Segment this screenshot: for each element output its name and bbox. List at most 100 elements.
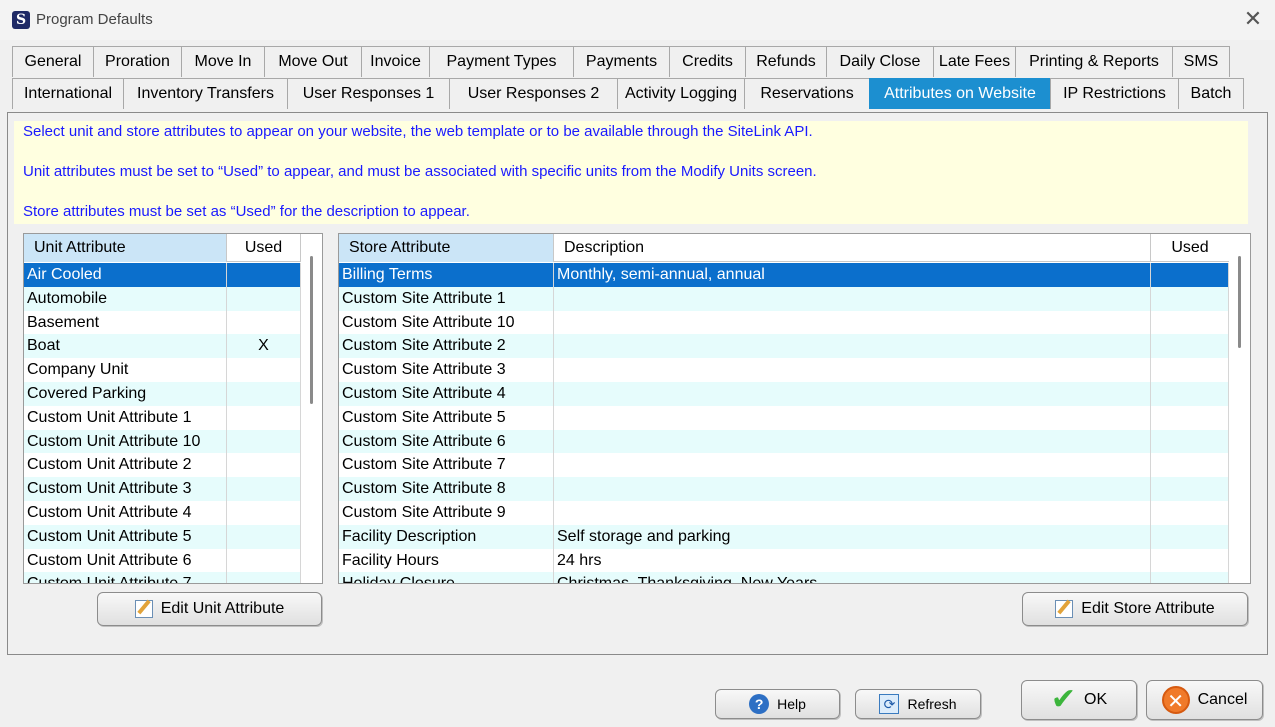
tab-daily-close[interactable]: Daily Close xyxy=(826,46,934,77)
table-row[interactable]: Custom Site Attribute 4 xyxy=(339,381,1229,406)
table-row[interactable]: Automobile xyxy=(24,286,301,311)
tab-refunds[interactable]: Refunds xyxy=(745,46,827,77)
store-grid-scrollbar[interactable] xyxy=(1229,234,1250,583)
table-row[interactable]: Air Cooled xyxy=(24,263,301,287)
cancel-button[interactable]: ✕ Cancel xyxy=(1146,680,1263,720)
unit-grid-rows: Air Cooled Automobile Basement Boat X Company… xyxy=(24,263,301,583)
used-cell xyxy=(1151,524,1229,549)
store-attribute-cell: Custom Site Attribute 7 xyxy=(339,453,554,478)
unit-attribute-grid[interactable]: Unit Attribute Used Air Cooled Automobile… xyxy=(23,233,323,584)
used-cell xyxy=(1151,453,1229,478)
tab-late-fees[interactable]: Late Fees xyxy=(933,46,1016,77)
table-row[interactable]: Billing Terms Monthly, semi-annual, annua… xyxy=(339,263,1229,287)
tab-move-in[interactable]: Move In xyxy=(181,46,265,77)
table-row[interactable]: Custom Unit Attribute 6 xyxy=(24,548,301,573)
table-row[interactable]: Custom Site Attribute 8 xyxy=(339,477,1229,501)
table-row[interactable]: Custom Site Attribute 10 xyxy=(339,310,1229,335)
tab-general[interactable]: General xyxy=(12,46,94,77)
unit-attribute-cell: Custom Unit Attribute 10 xyxy=(24,429,227,454)
unit-grid-scrollbar[interactable] xyxy=(301,234,322,583)
tab-payment-types[interactable]: Payment Types xyxy=(429,46,574,77)
description-cell xyxy=(554,405,1151,430)
unit-attribute-cell: Custom Unit Attribute 1 xyxy=(24,405,227,430)
store-attribute-grid[interactable]: Store Attribute Description Used Billing… xyxy=(338,233,1251,584)
info-line-3: Store attributes must be set as “Used” f… xyxy=(23,203,470,220)
description-cell: Christmas, Thanksgiving, New Years xyxy=(554,572,1151,583)
tab-batch[interactable]: Batch xyxy=(1178,78,1244,109)
edit-unit-attribute-button[interactable]: Edit Unit Attribute xyxy=(97,592,322,626)
tab-international[interactable]: International xyxy=(12,78,124,109)
tab-credits[interactable]: Credits xyxy=(669,46,746,77)
used-cell xyxy=(227,548,301,573)
table-row[interactable]: Custom Unit Attribute 3 xyxy=(24,477,301,501)
table-row[interactable]: Custom Site Attribute 5 xyxy=(339,405,1229,430)
description-cell xyxy=(554,477,1151,501)
used-cell xyxy=(1151,429,1229,454)
unit-grid-scroll-thumb[interactable] xyxy=(310,256,313,404)
table-row[interactable]: Custom Site Attribute 3 xyxy=(339,358,1229,382)
refresh-button[interactable]: ⟳ Refresh xyxy=(855,689,981,719)
table-row[interactable]: Custom Unit Attribute 4 xyxy=(24,500,301,525)
description-cell xyxy=(554,286,1151,311)
table-row[interactable]: Boat X xyxy=(24,334,301,359)
used-cell xyxy=(1151,477,1229,501)
used-cell xyxy=(1151,286,1229,311)
table-row[interactable]: Custom Unit Attribute 1 xyxy=(24,405,301,430)
table-row[interactable]: Custom Site Attribute 9 xyxy=(339,500,1229,525)
table-row[interactable]: Facility Description Self storage and par… xyxy=(339,524,1229,549)
unit-used-column-header[interactable]: Used xyxy=(227,234,301,262)
description-cell xyxy=(554,334,1151,359)
help-button[interactable]: ? Help xyxy=(715,689,840,719)
store-attribute-cell: Holiday Closure xyxy=(339,572,554,583)
cancel-x-icon: ✕ xyxy=(1161,686,1190,714)
used-cell xyxy=(1151,405,1229,430)
table-row[interactable]: Company Unit xyxy=(24,358,301,382)
table-row[interactable]: Custom Site Attribute 6 xyxy=(339,429,1229,454)
close-icon[interactable]: ✕ xyxy=(1238,6,1268,34)
tab-sms[interactable]: SMS xyxy=(1172,46,1230,77)
unit-attribute-cell: Automobile xyxy=(24,286,227,311)
ok-button[interactable]: ✔ OK xyxy=(1021,680,1137,720)
table-row[interactable]: Basement xyxy=(24,310,301,335)
table-row[interactable]: Custom Unit Attribute 2 xyxy=(24,453,301,478)
unit-attribute-cell: Custom Unit Attribute 2 xyxy=(24,453,227,478)
table-row[interactable]: Custom Site Attribute 7 xyxy=(339,453,1229,478)
tab-attributes-on-website[interactable]: Attributes on Website xyxy=(869,78,1051,109)
tab-user-responses-2[interactable]: User Responses 2 xyxy=(449,78,618,109)
edit-store-attribute-button[interactable]: Edit Store Attribute xyxy=(1022,592,1248,626)
edit-pencil-icon xyxy=(1055,600,1074,618)
unit-attribute-cell: Boat xyxy=(24,334,227,359)
store-grid-scroll-thumb[interactable] xyxy=(1238,256,1241,348)
unit-attribute-column-header[interactable]: Unit Attribute xyxy=(24,234,227,262)
used-cell xyxy=(227,429,301,454)
store-attribute-cell: Custom Site Attribute 1 xyxy=(339,286,554,311)
table-row[interactable]: Custom Unit Attribute 7 xyxy=(24,572,301,583)
used-cell xyxy=(1151,381,1229,406)
store-attribute-column-header[interactable]: Store Attribute xyxy=(339,234,554,262)
description-column-header[interactable]: Description xyxy=(554,234,1151,262)
used-cell xyxy=(227,381,301,406)
table-row[interactable]: Covered Parking xyxy=(24,381,301,406)
tab-printing-reports[interactable]: Printing & Reports xyxy=(1015,46,1173,77)
tab-inventory-transfers[interactable]: Inventory Transfers xyxy=(123,78,288,109)
tab-invoice[interactable]: Invoice xyxy=(361,46,430,77)
tab-reservations[interactable]: Reservations xyxy=(744,78,870,109)
tab-activity-logging[interactable]: Activity Logging xyxy=(617,78,745,109)
used-cell xyxy=(227,286,301,311)
used-cell xyxy=(227,263,301,287)
used-cell xyxy=(227,453,301,478)
tab-user-responses-1[interactable]: User Responses 1 xyxy=(287,78,450,109)
table-row[interactable]: Facility Hours 24 hrs xyxy=(339,548,1229,573)
table-row[interactable]: Custom Unit Attribute 5 xyxy=(24,524,301,549)
used-cell xyxy=(1151,358,1229,382)
store-used-column-header[interactable]: Used xyxy=(1151,234,1230,262)
table-row[interactable]: Custom Site Attribute 1 xyxy=(339,286,1229,311)
table-row[interactable]: Holiday Closure Christmas, Thanksgiving, … xyxy=(339,572,1229,583)
store-attribute-cell: Custom Site Attribute 2 xyxy=(339,334,554,359)
tab-ip-restrictions[interactable]: IP Restrictions xyxy=(1050,78,1179,109)
table-row[interactable]: Custom Site Attribute 2 xyxy=(339,334,1229,359)
tab-payments[interactable]: Payments xyxy=(573,46,670,77)
tab-proration[interactable]: Proration xyxy=(93,46,182,77)
table-row[interactable]: Custom Unit Attribute 10 xyxy=(24,429,301,454)
tab-move-out[interactable]: Move Out xyxy=(264,46,362,77)
